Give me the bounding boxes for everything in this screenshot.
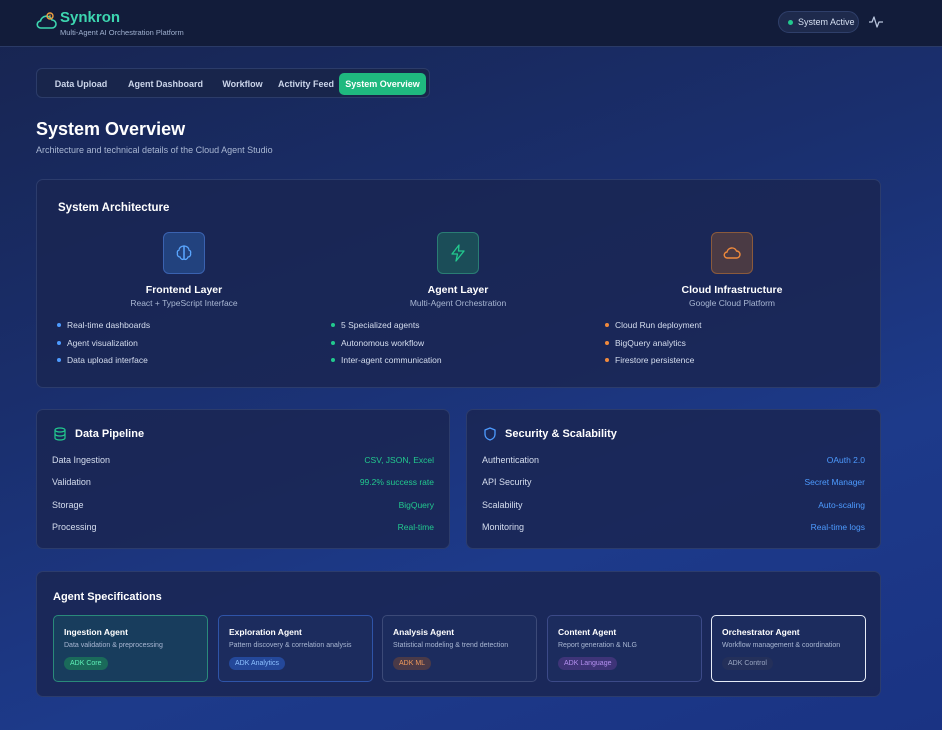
frontend-layer-subtitle: React + TypeScript Interface: [130, 298, 238, 308]
agent-layer-subtitle: Multi-Agent Orchestration: [409, 298, 507, 308]
agent-specs-card: Agent Specifications Ingestion Agent Dat…: [36, 571, 881, 697]
architecture-card: System Architecture Frontend Layer React…: [36, 179, 881, 388]
status-badge: System Active: [778, 11, 859, 33]
list-item: Autonomous workflow: [331, 338, 442, 356]
data-pipeline-title: Data Pipeline: [75, 428, 145, 440]
agent-layer-features: 5 Specialized agents Autonomous workflow…: [331, 320, 442, 373]
status-dot: [788, 20, 793, 25]
security-row: Authentication OAuth 2.0: [482, 455, 865, 465]
cloud-icon: [711, 232, 753, 274]
agent-tag: ADK Language: [558, 657, 618, 670]
cloud-logo-icon: [36, 12, 57, 29]
agent-tag: ADK Analytics: [229, 657, 285, 670]
cloud-layer-subtitle: Google Cloud Platform: [689, 298, 775, 308]
data-pipeline-card: Data Pipeline Data Ingestion CSV, JSON, E…: [36, 409, 450, 549]
cloud-layer: Cloud Infrastructure Google Cloud Platfo…: [585, 230, 859, 370]
agent-tag: ADK Control: [722, 657, 773, 670]
tab-data-upload[interactable]: Data Upload: [43, 73, 119, 95]
status-label: System Active: [798, 17, 855, 27]
frontend-layer-name: Frontend Layer: [145, 284, 223, 296]
app-header: Synkron Multi-Agent AI Orchestration Pla…: [0, 0, 942, 47]
agent-card-content[interactable]: Content Agent Report generation & NLG AD…: [547, 615, 702, 682]
app-name: Synkron: [60, 9, 121, 26]
security-card: Security & Scalability Authentication OAu…: [466, 409, 881, 549]
tab-activity-feed[interactable]: Activity Feed: [273, 73, 339, 95]
tab-agent-dashboard[interactable]: Agent Dashboard: [119, 73, 212, 95]
agent-card-orchestrator[interactable]: Orchestrator Agent Workflow management &…: [711, 615, 866, 682]
agent-card-ingestion[interactable]: Ingestion Agent Data validation & prepro…: [53, 615, 208, 682]
agent-layer: Agent Layer Multi-Agent Orchestration 5 …: [311, 230, 585, 370]
list-item: BigQuery analytics: [605, 338, 701, 356]
tab-system-overview[interactable]: System Overview: [339, 73, 426, 95]
architecture-title: System Architecture: [58, 202, 170, 214]
list-item: 5 Specialized agents: [331, 320, 442, 338]
cloud-layer-name: Cloud Infrastructure: [681, 284, 783, 296]
pipeline-row: Processing Real-time: [52, 522, 434, 532]
list-item: Firestore persistence: [605, 355, 701, 373]
lightning-icon: [437, 232, 479, 274]
security-row: Monitoring Real-time logs: [482, 522, 865, 532]
frontend-layer: Frontend Layer React + TypeScript Interf…: [37, 230, 311, 370]
shield-icon: [484, 427, 496, 441]
list-item: Real-time dashboards: [57, 320, 150, 338]
list-item: Agent visualization: [57, 338, 150, 356]
security-row: Scalability Auto-scaling: [482, 500, 865, 510]
cloud-layer-features: Cloud Run deployment BigQuery analytics …: [605, 320, 701, 373]
page-subtitle: Architecture and technical details of th…: [36, 145, 273, 155]
database-icon: [54, 427, 66, 441]
agent-layer-name: Agent Layer: [427, 284, 489, 296]
list-item: Inter-agent communication: [331, 355, 442, 373]
pipeline-row: Data Ingestion CSV, JSON, Excel: [52, 455, 434, 465]
security-row: API Security Secret Manager: [482, 477, 865, 487]
frontend-layer-features: Real-time dashboards Agent visualization…: [57, 320, 150, 373]
agent-tag: ADK Core: [64, 657, 108, 670]
pipeline-row: Validation 99.2% success rate: [52, 477, 434, 487]
list-item: Cloud Run deployment: [605, 320, 701, 338]
page-title: System Overview: [36, 119, 186, 139]
agent-tag: ADK ML: [393, 657, 432, 670]
agent-specs-title: Agent Specifications: [53, 591, 162, 603]
pipeline-row: Storage BigQuery: [52, 500, 434, 510]
agent-card-exploration[interactable]: Exploration Agent Pattern discovery & co…: [218, 615, 373, 682]
tab-workflow[interactable]: Workflow: [212, 73, 273, 95]
agent-card-analysis[interactable]: Analysis Agent Statistical modeling & tr…: [382, 615, 537, 682]
security-title: Security & Scalability: [505, 428, 617, 440]
app-subtitle: Multi-Agent AI Orchestration Platform: [60, 28, 184, 37]
main-tabs: Data Upload Agent Dashboard Workflow Act…: [36, 68, 430, 98]
brain-icon: [163, 232, 205, 274]
activity-pulse-icon[interactable]: [868, 14, 884, 30]
list-item: Data upload interface: [57, 355, 150, 373]
